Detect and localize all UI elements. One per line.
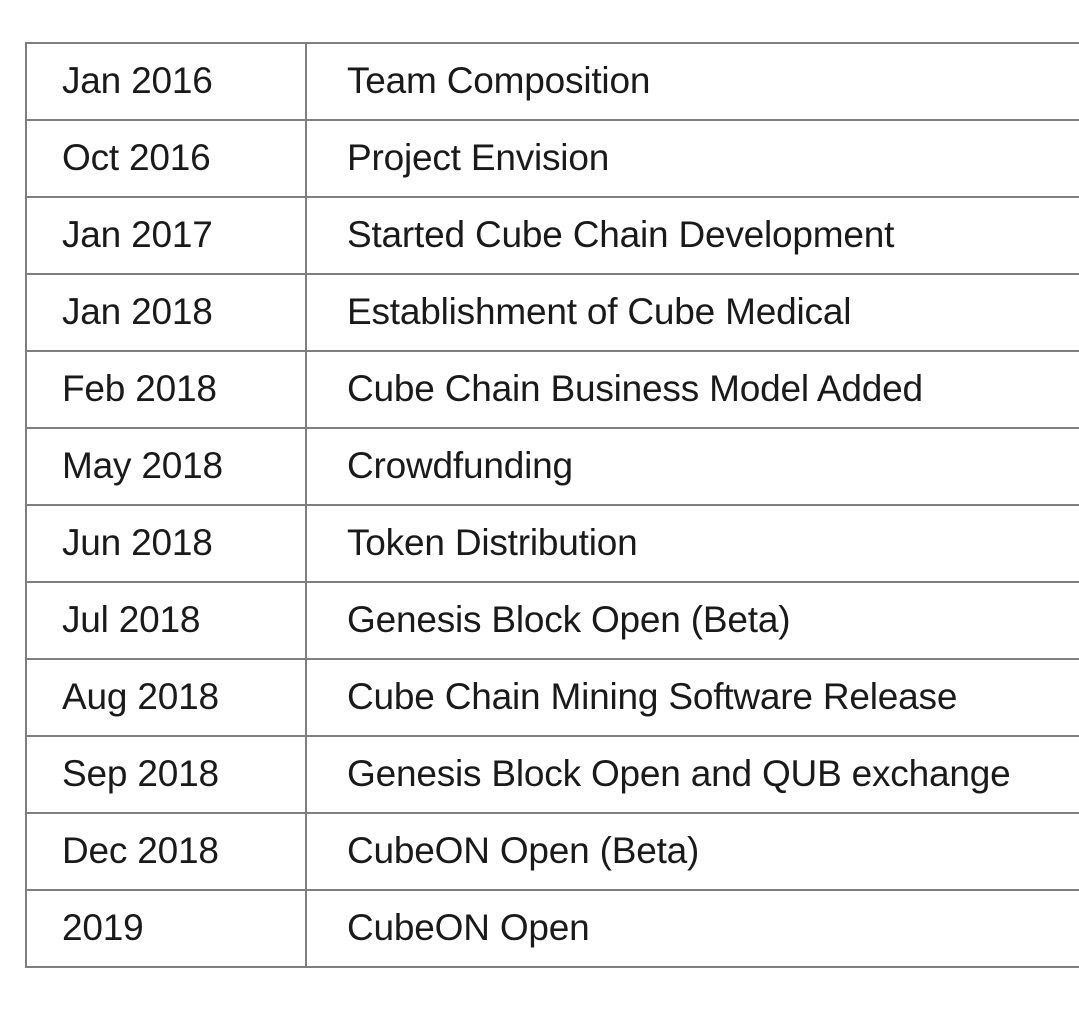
table-row: Jan 2018 Establishment of Cube Medical: [25, 273, 1079, 352]
roadmap-date-cell: Jan 2016: [25, 42, 307, 121]
table-row: Sep 2018 Genesis Block Open and QUB exch…: [25, 735, 1079, 814]
roadmap-event-cell: CubeON Open: [305, 889, 1079, 968]
roadmap-event-cell: Project Envision: [305, 119, 1079, 198]
roadmap-date-cell: Aug 2018: [25, 658, 307, 737]
roadmap-date-cell: Jan 2018: [25, 273, 307, 352]
roadmap-event-cell: Establishment of Cube Medical: [305, 273, 1079, 352]
roadmap-event-cell: CubeON Open (Beta): [305, 812, 1079, 891]
table-row: Oct 2016 Project Envision: [25, 119, 1079, 198]
roadmap-event-cell: Genesis Block Open (Beta): [305, 581, 1079, 660]
roadmap-date-cell: Sep 2018: [25, 735, 307, 814]
roadmap-date-cell: 2019: [25, 889, 307, 968]
table-row: Jul 2018 Genesis Block Open (Beta): [25, 581, 1079, 660]
roadmap-event-cell: Started Cube Chain Development: [305, 196, 1079, 275]
roadmap-date-cell: Jul 2018: [25, 581, 307, 660]
table-row: 2019 CubeON Open: [25, 889, 1079, 968]
roadmap-table: Jan 2016 Team Composition Oct 2016 Proje…: [25, 42, 1079, 968]
roadmap-date-cell: Jun 2018: [25, 504, 307, 583]
roadmap-event-cell: Token Distribution: [305, 504, 1079, 583]
roadmap-date-cell: May 2018: [25, 427, 307, 506]
roadmap-event-cell: Crowdfunding: [305, 427, 1079, 506]
table-row: Jun 2018 Token Distribution: [25, 504, 1079, 583]
table-row: May 2018 Crowdfunding: [25, 427, 1079, 506]
table-row: Jan 2016 Team Composition: [25, 42, 1079, 121]
table-row: Aug 2018 Cube Chain Mining Software Rele…: [25, 658, 1079, 737]
roadmap-date-cell: Feb 2018: [25, 350, 307, 429]
table-row: Dec 2018 CubeON Open (Beta): [25, 812, 1079, 891]
roadmap-event-cell: Genesis Block Open and QUB exchange: [305, 735, 1079, 814]
roadmap-event-cell: Team Composition: [305, 42, 1079, 121]
roadmap-table-container: Jan 2016 Team Composition Oct 2016 Proje…: [25, 42, 1079, 968]
roadmap-event-cell: Cube Chain Mining Software Release: [305, 658, 1079, 737]
roadmap-date-cell: Dec 2018: [25, 812, 307, 891]
roadmap-table-body: Jan 2016 Team Composition Oct 2016 Proje…: [25, 42, 1079, 968]
roadmap-date-cell: Jan 2017: [25, 196, 307, 275]
table-row: Feb 2018 Cube Chain Business Model Added: [25, 350, 1079, 429]
roadmap-event-cell: Cube Chain Business Model Added: [305, 350, 1079, 429]
roadmap-date-cell: Oct 2016: [25, 119, 307, 198]
table-row: Jan 2017 Started Cube Chain Development: [25, 196, 1079, 275]
